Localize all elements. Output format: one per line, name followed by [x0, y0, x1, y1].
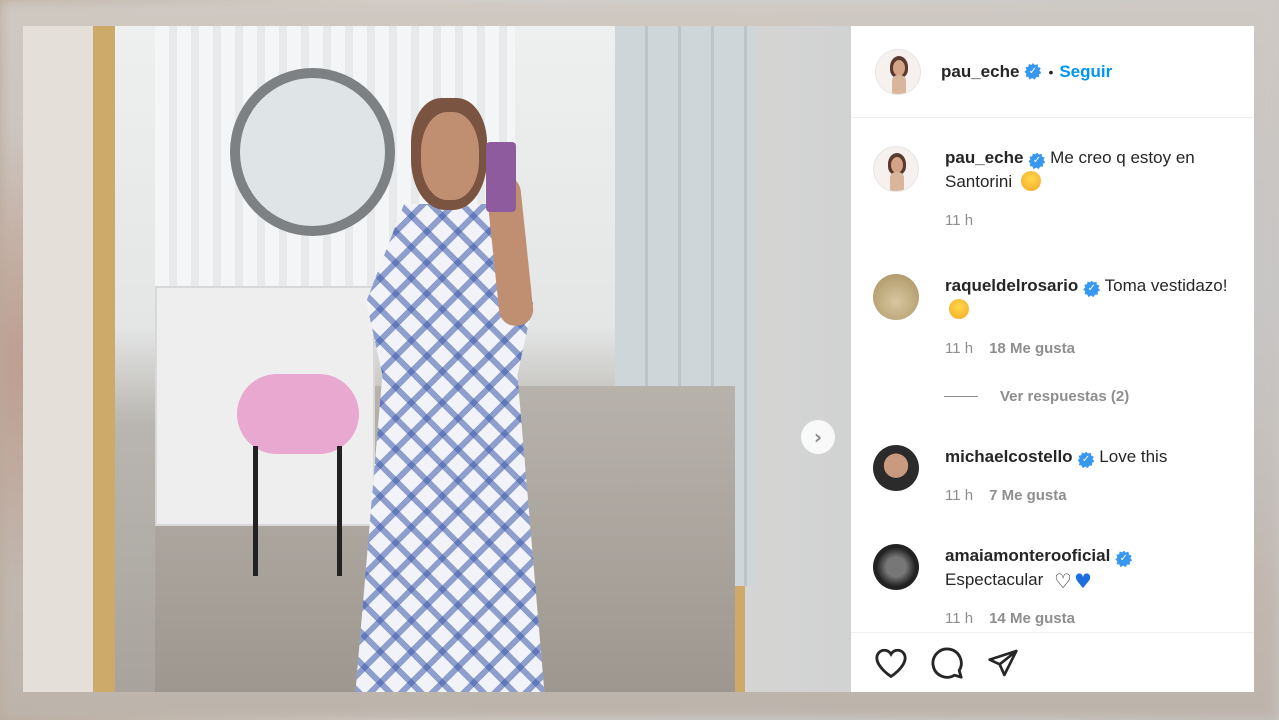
photo-stool-leg [253, 446, 258, 576]
chevron-right-icon: › [813, 425, 823, 449]
follow-button[interactable]: Seguir [1059, 62, 1112, 82]
view-replies-label: Ver respuestas (2) [1000, 388, 1130, 405]
comment-icon [931, 647, 963, 679]
comment-time[interactable]: 11 h [945, 340, 973, 357]
comment-username[interactable]: raqueldelrosario [945, 276, 1078, 295]
verified-badge-icon: ✓ [1083, 280, 1101, 298]
replies-divider [944, 396, 978, 397]
blue-heart-emoji-icon: ♥ [1073, 569, 1092, 593]
comment-message: Toma vestidazo! [1104, 276, 1228, 295]
photo-stool-leg [337, 446, 342, 576]
comment-button[interactable] [929, 645, 965, 681]
comment-time[interactable]: 11 h [945, 487, 973, 504]
header-separator: • [1048, 63, 1054, 80]
comment-meta: 11 h 7 Me gusta [945, 487, 1235, 504]
verified-badge-icon: ✓ [1024, 63, 1042, 80]
comment-message: Espectacular [945, 570, 1044, 589]
comment-item: raqueldelrosario ✓ Toma vestidazo! 11 h 1… [873, 274, 1235, 357]
post-photo [23, 26, 851, 692]
comment-item: michaelcostello ✓ Love this 11 h 7 Me gus… [873, 445, 1235, 504]
comment-text: amaiamonterooficial ✓ Espectacular ♡ ♥ [945, 544, 1235, 592]
verified-badge-icon: ✓ [1115, 550, 1133, 568]
comment-time[interactable]: 11 h [945, 610, 973, 627]
comment-username[interactable]: michaelcostello [945, 447, 1073, 466]
comment-text: raqueldelrosario ✓ Toma vestidazo! [945, 274, 1235, 322]
photo-wall [23, 26, 103, 692]
comment-likes[interactable]: 18 Me gusta [989, 340, 1075, 357]
caption-comment: pau_eche ✓ Me creo q estoy en Santorini 1… [873, 146, 1235, 229]
comment-time[interactable]: 11 h [945, 212, 973, 229]
grinning-sweat-emoji-icon [1020, 171, 1041, 191]
comment-item: amaiamonterooficial ✓ Espectacular ♡ ♥ 11 … [873, 544, 1235, 627]
commenter-avatar[interactable] [873, 445, 919, 491]
comment-text: pau_eche ✓ Me creo q estoy en Santorini [945, 146, 1235, 194]
photo-pink-stool [237, 374, 359, 454]
like-button[interactable] [873, 645, 909, 681]
commenter-avatar[interactable] [873, 274, 919, 320]
comment-body: amaiamonterooficial ✓ Espectacular ♡ ♥ 11 … [945, 544, 1235, 627]
post-side-panel: pau_eche ✓ • Seguir pau_eche ✓ Me creo q … [851, 26, 1254, 692]
comment-text: michaelcostello ✓ Love this [945, 445, 1235, 469]
verified-badge-icon: ✓ [1028, 152, 1046, 170]
comment-meta: 11 h [945, 212, 1235, 229]
comment-body: raqueldelrosario ✓ Toma vestidazo! 11 h 1… [945, 274, 1235, 357]
share-button[interactable] [985, 645, 1021, 681]
header-user-info: pau_eche ✓ • Seguir [941, 62, 1112, 82]
photo-round-mirror [230, 68, 395, 236]
photo-phone [486, 142, 516, 212]
comment-meta: 11 h 14 Me gusta [945, 610, 1235, 627]
comment-body: pau_eche ✓ Me creo q estoy en Santorini 1… [945, 146, 1235, 229]
view-replies-button[interactable]: Ver respuestas (2) [944, 388, 1129, 405]
author-avatar[interactable] [875, 48, 921, 95]
comment-body: michaelcostello ✓ Love this 11 h 7 Me gus… [945, 445, 1235, 504]
white-heart-emoji-icon: ♡ [1054, 569, 1072, 593]
commenter-avatar[interactable] [873, 544, 919, 590]
comment-likes[interactable]: 14 Me gusta [989, 610, 1075, 627]
photo-face [421, 112, 479, 200]
next-photo-button[interactable]: › [801, 420, 835, 454]
comment-message: Love this [1099, 447, 1168, 466]
comment-likes[interactable]: 7 Me gusta [989, 487, 1067, 504]
star-struck-emoji-icon [949, 299, 969, 319]
post-header: pau_eche ✓ • Seguir [851, 26, 1254, 118]
post-actions-bar [851, 632, 1254, 692]
author-username[interactable]: pau_eche [941, 62, 1019, 82]
share-icon [988, 649, 1018, 676]
comment-meta: 11 h 18 Me gusta [945, 340, 1235, 357]
commenter-avatar[interactable] [873, 146, 919, 192]
verified-badge-icon: ✓ [1077, 451, 1095, 469]
comment-username[interactable]: pau_eche [945, 148, 1023, 167]
comment-username[interactable]: amaiamonterooficial [945, 546, 1110, 565]
heart-icon [875, 648, 907, 678]
comments-list[interactable]: pau_eche ✓ Me creo q estoy en Santorini 1… [851, 118, 1254, 632]
